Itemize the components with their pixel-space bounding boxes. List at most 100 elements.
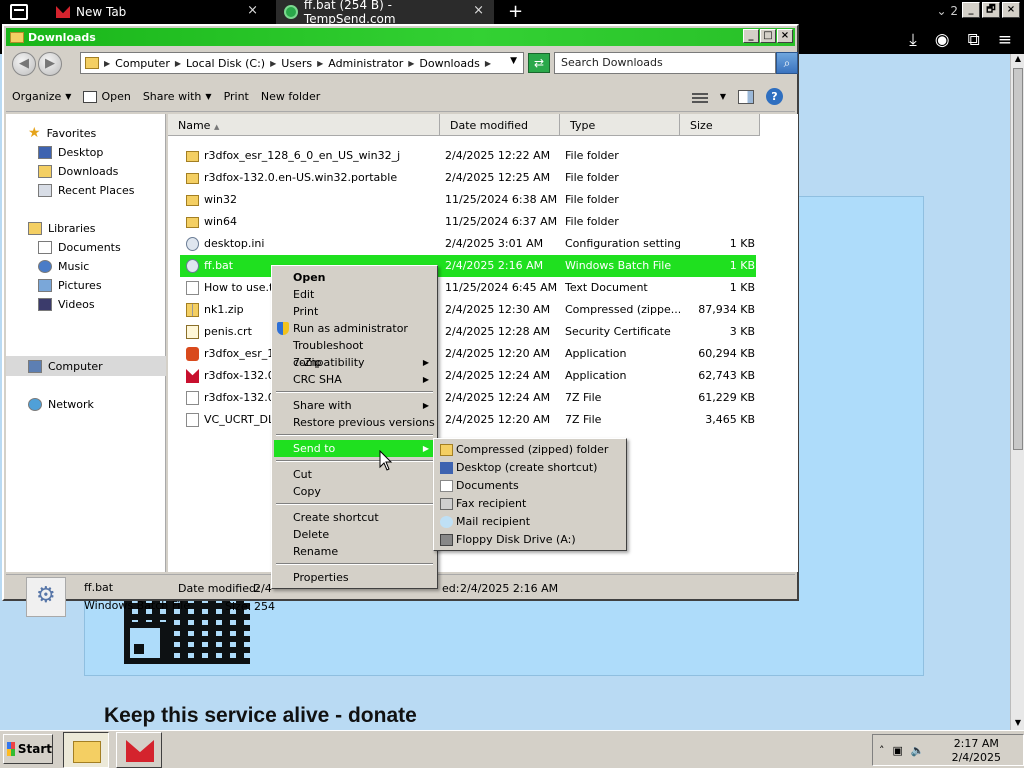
nav-favorites[interactable]: ★ Favorites [28, 124, 96, 142]
taskbar-browser-button[interactable] [116, 732, 162, 768]
minimize-button[interactable]: _ [962, 2, 980, 18]
column-header-name[interactable]: Name ▲ [168, 114, 440, 136]
breadcrumb-administrator[interactable]: Administrator [328, 57, 403, 70]
open-button[interactable]: Open [77, 82, 136, 111]
file-row[interactable]: desktop.ini 2/4/2025 3:01 AM Configuration… [180, 233, 756, 255]
share-with-button[interactable]: Share with ▼ [137, 82, 218, 111]
tab-close-icon[interactable]: × [247, 3, 258, 18]
send-to-mail[interactable]: Mail recipient [436, 513, 624, 531]
new-folder-button[interactable]: New folder [255, 82, 326, 111]
page-scrollbar[interactable]: ▲ ▼ [1010, 54, 1024, 730]
file-row[interactable]: win32 11/25/2024 6:38 AM File folder [180, 189, 756, 211]
menu-item-properties[interactable]: Properties [274, 569, 435, 586]
address-bar[interactable]: ▶ Computer ▶ Local Disk (C:) ▶ Users ▶ A… [80, 52, 524, 74]
file-row[interactable]: VC_UCRT_DLL 2/4/2025 12:20 AM 7Z File 3,465… [180, 409, 756, 431]
view-options-icon[interactable] [691, 90, 708, 103]
menu-icon[interactable]: ≡ [998, 30, 1012, 50]
forward-button[interactable]: ▶ [38, 52, 62, 76]
menu-item-cut[interactable]: Cut [274, 466, 435, 483]
nav-network[interactable]: Network [28, 395, 94, 413]
chevron-right-icon[interactable]: ▶ [175, 59, 181, 68]
send-to-documents[interactable]: Documents [436, 477, 624, 495]
send-to-compressed-folder[interactable]: Compressed (zipped) folder [436, 441, 624, 459]
restore-button[interactable]: 🗗 [982, 2, 1000, 18]
nav-libraries[interactable]: Libraries [28, 219, 96, 237]
menu-item-print[interactable]: Print [274, 303, 435, 320]
nav-videos[interactable]: Videos [38, 295, 95, 313]
preview-pane-icon[interactable] [738, 89, 754, 104]
tab-list-icon[interactable] [10, 4, 28, 20]
column-header-size[interactable]: Size [680, 114, 760, 136]
search-icon[interactable]: ⌕ [776, 52, 798, 74]
account-icon[interactable]: ◉ [935, 30, 950, 50]
send-to-fax[interactable]: Fax recipient [436, 495, 624, 513]
clock[interactable]: 2:17 AM 2/4/2025 [952, 737, 1001, 765]
menu-item-7zip[interactable]: 7-Zip ▶ [274, 354, 435, 371]
tab-tempsend[interactable]: ff.bat (254 B) - TempSend.com × [276, 0, 494, 26]
search-input[interactable]: Search Downloads [554, 52, 776, 74]
address-dropdown-icon[interactable]: ▼ [510, 56, 517, 66]
scrollbar-thumb[interactable] [1013, 68, 1023, 450]
tab-close-icon[interactable]: × [473, 3, 484, 18]
file-row[interactable]: r3dfox-132.0. 2/4/2025 12:24 AM 7Z File 61,… [180, 387, 756, 409]
file-row[interactable]: ff.bat 2/4/2025 2:16 AM Windows Batch File… [180, 255, 756, 277]
menu-item-crc-sha[interactable]: CRC SHA ▶ [274, 371, 435, 388]
send-to-floppy[interactable]: Floppy Disk Drive (A:) [436, 531, 624, 549]
nav-desktop[interactable]: Desktop [38, 143, 103, 161]
menu-item-create-shortcut[interactable]: Create shortcut [274, 509, 435, 526]
minimize-button[interactable]: _ [743, 29, 759, 43]
help-icon[interactable]: ? [766, 88, 783, 105]
nav-downloads[interactable]: Downloads [38, 162, 118, 180]
show-hidden-icons-icon[interactable]: ˄ [879, 744, 885, 757]
chevron-right-icon[interactable]: ▶ [270, 59, 276, 68]
scroll-down-icon[interactable]: ▼ [1011, 718, 1024, 730]
organize-button[interactable]: Organize ▼ [6, 82, 77, 111]
file-row[interactable]: penis.crt 2/4/2025 12:28 AM Security Certi… [180, 321, 756, 343]
menu-item-run-as-admin[interactable]: Run as administrator [274, 320, 435, 337]
menu-item-share-with[interactable]: Share with ▶ [274, 397, 435, 414]
chevron-right-icon[interactable]: ▶ [317, 59, 323, 68]
new-tab-button[interactable]: + [508, 1, 523, 22]
download-icon[interactable]: ⤓ [909, 30, 917, 50]
nav-music[interactable]: Music [38, 257, 89, 275]
tab-new-tab[interactable]: New Tab × [48, 0, 268, 24]
refresh-button[interactable]: ⇄ [528, 53, 550, 73]
menu-item-delete[interactable]: Delete [274, 526, 435, 543]
file-row[interactable]: r3dfox-132.0. 2/4/2025 12:24 AM Applicatio… [180, 365, 756, 387]
file-row[interactable]: win64 11/25/2024 6:37 AM File folder [180, 211, 756, 233]
close-button[interactable]: × [1002, 2, 1020, 18]
chevron-right-icon[interactable]: ▶ [104, 59, 110, 68]
chevron-down-icon[interactable]: ▼ [720, 92, 726, 101]
file-row[interactable]: r3dfox_esr_128_6_0_en_US_win32_j 2/4/2025… [180, 145, 756, 167]
breadcrumb-downloads[interactable]: Downloads [419, 57, 479, 70]
file-row[interactable]: r3dfox_esr_12 2/4/2025 12:20 AM Applicatio… [180, 343, 756, 365]
column-header-type[interactable]: Type [560, 114, 680, 136]
nav-pictures[interactable]: Pictures [38, 276, 102, 294]
nav-recent-places[interactable]: Recent Places [38, 181, 135, 199]
chevron-right-icon[interactable]: ▶ [408, 59, 414, 68]
menu-item-open[interactable]: Open [274, 269, 435, 286]
volume-icon[interactable]: 🔈 [911, 744, 925, 757]
send-to-desktop[interactable]: Desktop (create shortcut) [436, 459, 624, 477]
back-button[interactable]: ◀ [12, 52, 36, 76]
print-button[interactable]: Print [218, 82, 255, 111]
close-button[interactable]: × [777, 29, 793, 43]
menu-item-restore[interactable]: Restore previous versions [274, 414, 435, 431]
breadcrumb-users[interactable]: Users [281, 57, 312, 70]
extensions-icon[interactable]: ⧉ [968, 30, 980, 50]
breadcrumb-local-disk[interactable]: Local Disk (C:) [186, 57, 265, 70]
maximize-button[interactable]: □ [760, 29, 776, 43]
tab-count-badge[interactable]: ⌄ 2 [936, 4, 958, 18]
file-row[interactable]: r3dfox-132.0.en-US.win32.portable 2/4/202… [180, 167, 756, 189]
scroll-up-icon[interactable]: ▲ [1011, 54, 1024, 66]
breadcrumb-computer[interactable]: Computer [115, 57, 170, 70]
network-tray-icon[interactable]: ▣ [893, 744, 903, 757]
explorer-titlebar[interactable]: Downloads _ □ × [6, 28, 795, 46]
file-row[interactable]: nk1.zip 2/4/2025 12:30 AM Compressed (zipp… [180, 299, 756, 321]
menu-item-send-to[interactable]: Send to ▶ [274, 440, 435, 457]
menu-item-troubleshoot[interactable]: Troubleshoot compatibility [274, 337, 435, 369]
file-row[interactable]: How to use.txt 11/25/2024 6:45 AM Text Doc… [180, 277, 756, 299]
menu-item-copy[interactable]: Copy [274, 483, 435, 500]
menu-item-edit[interactable]: Edit [274, 286, 435, 303]
chevron-right-icon[interactable]: ▶ [485, 59, 491, 68]
